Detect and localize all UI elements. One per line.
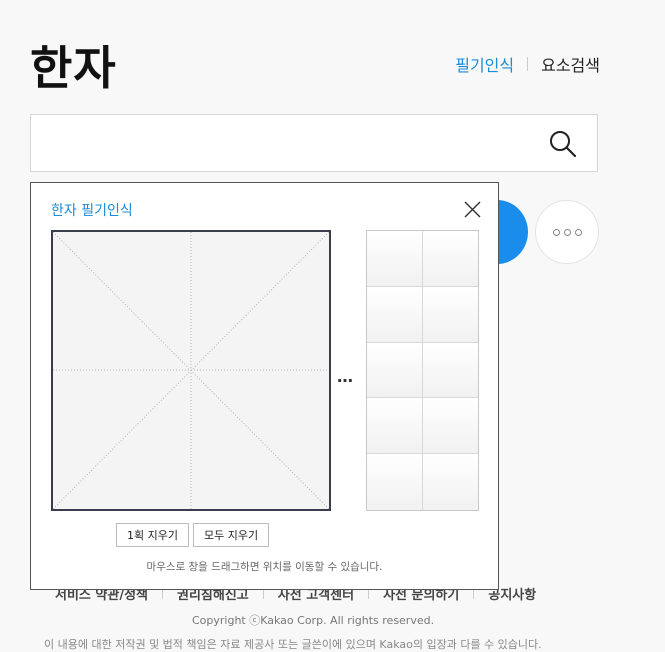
- more-dot-icon: [563, 228, 571, 236]
- erase-buttons: 1획 지우기 모두 지우기: [116, 523, 270, 547]
- candidate-cell[interactable]: [367, 231, 423, 287]
- divider: [527, 57, 529, 71]
- page-title: 한자: [30, 41, 117, 95]
- close-icon[interactable]: [464, 201, 481, 218]
- search-icon[interactable]: [549, 130, 577, 158]
- more-button[interactable]: [535, 200, 599, 264]
- candidate-cell[interactable]: [367, 286, 423, 343]
- top-links: 필기인식 요소검색: [455, 52, 600, 76]
- disclaimer: 이 내용에 대한 저작권 및 법적 책임은 자료 제공사 또는 글쓴이에 있으며…: [44, 638, 542, 651]
- component-search-link[interactable]: 요소검색: [541, 52, 600, 76]
- canvas-guide-lines: [53, 232, 329, 509]
- drawing-canvas[interactable]: [51, 230, 331, 511]
- more-dot-icon: [574, 228, 582, 236]
- candidate-cell[interactable]: [422, 286, 478, 343]
- erase-all-button[interactable]: 모두 지우기: [192, 523, 270, 547]
- popup-title: 한자 필기인식: [51, 203, 133, 219]
- candidate-cell[interactable]: [367, 342, 423, 399]
- drag-hint: 마우스로 창을 드래그하면 위치를 이동할 수 있습니다.: [146, 561, 383, 573]
- more-candidates-ellipsis: …: [337, 367, 354, 386]
- candidate-cell[interactable]: [422, 398, 478, 455]
- copyright: Copyright ⓒKakao Corp. All rights reserv…: [192, 614, 435, 627]
- more-dot-icon: [552, 228, 560, 236]
- erase-one-stroke-button[interactable]: 1획 지우기: [116, 523, 189, 547]
- candidate-cell[interactable]: [422, 454, 478, 510]
- handwriting-link[interactable]: 필기인식: [455, 52, 514, 76]
- candidate-cell[interactable]: [422, 342, 478, 399]
- candidate-grid: [366, 230, 479, 511]
- candidate-cell[interactable]: [422, 231, 478, 287]
- candidate-cell[interactable]: [367, 398, 423, 455]
- handwriting-popup[interactable]: 한자 필기인식 … 1획 지우기 모두 지우기 마우스로 창을 드래그하면 위치…: [30, 182, 499, 590]
- candidate-cell[interactable]: [367, 454, 423, 510]
- search-box[interactable]: [30, 114, 598, 172]
